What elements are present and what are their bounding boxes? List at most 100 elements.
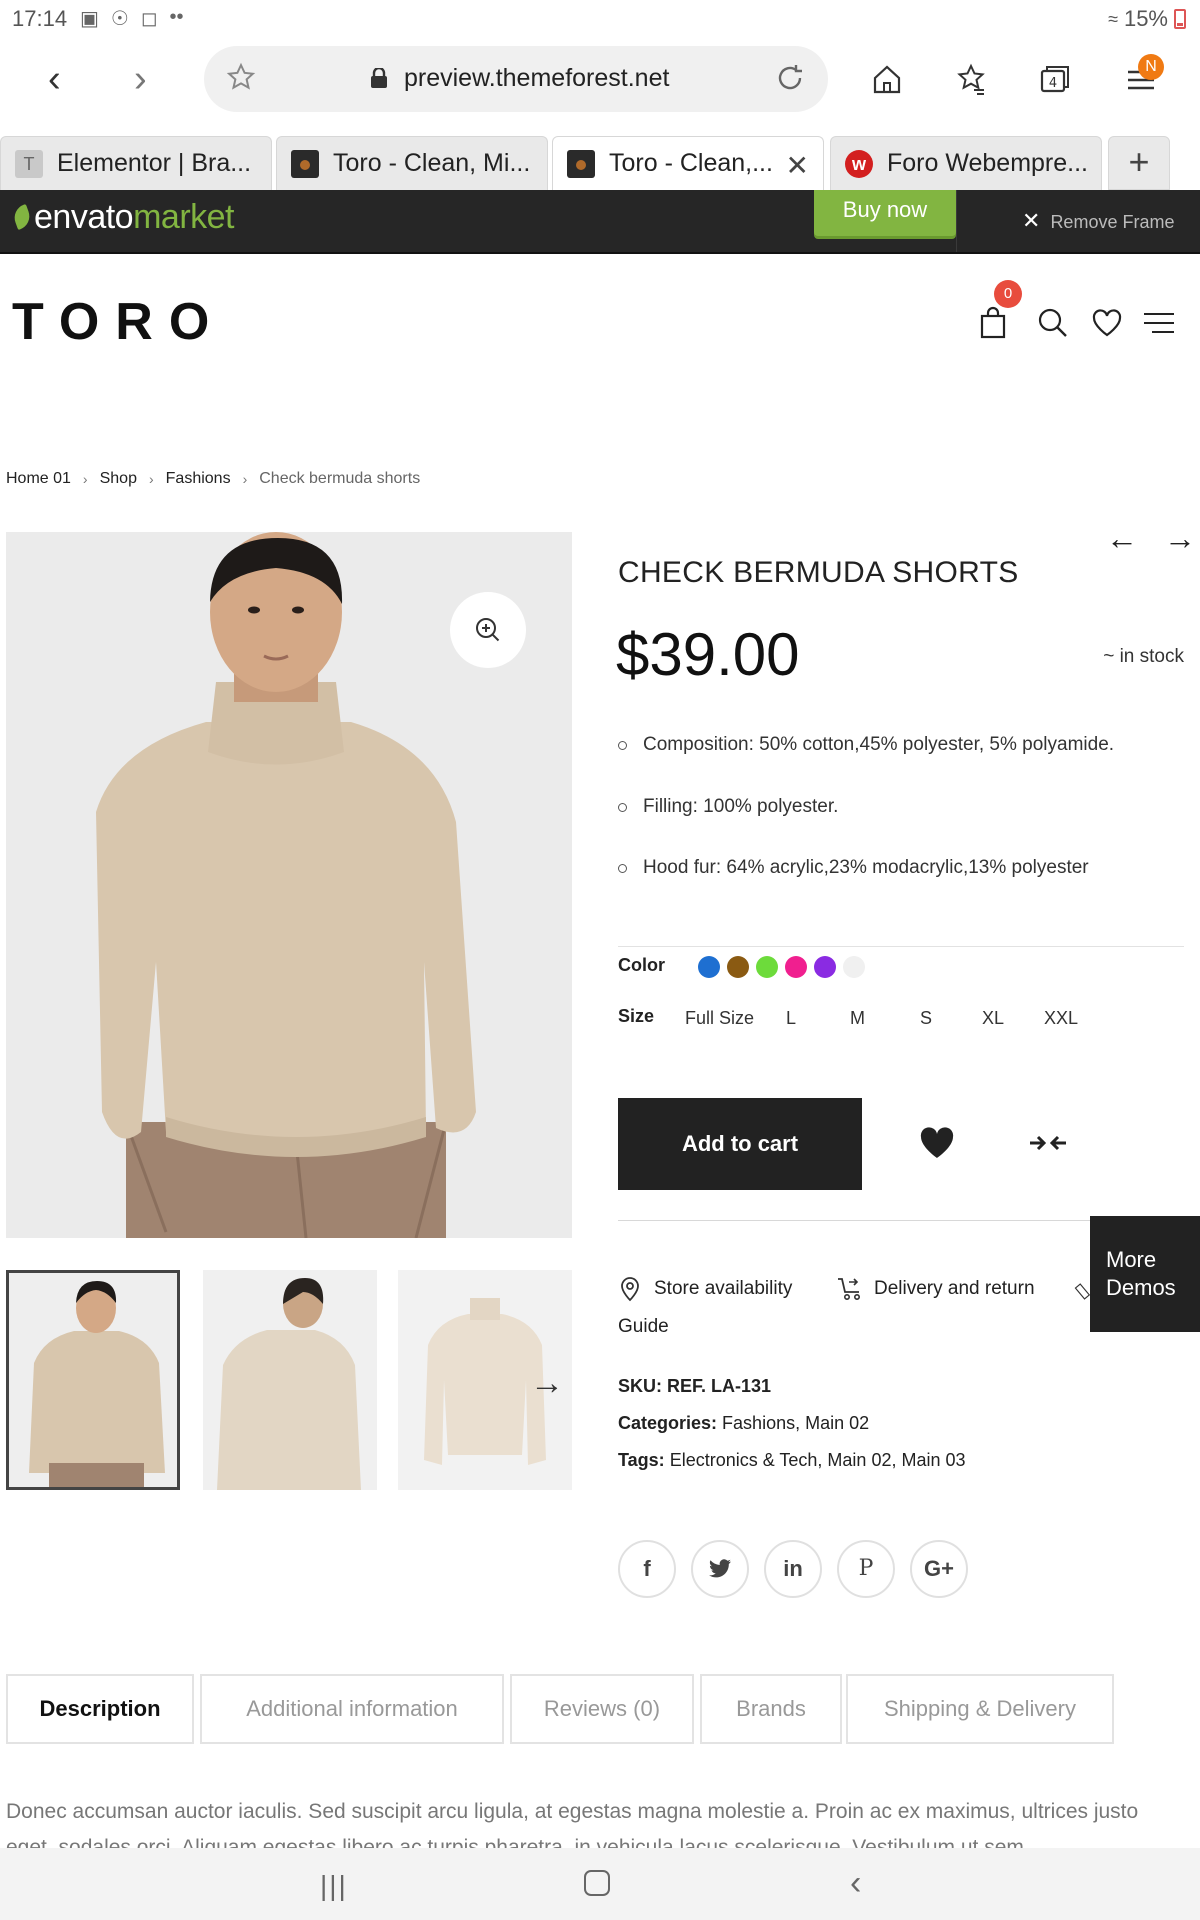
size-label: Size	[618, 1006, 655, 1026]
instagram-icon: ◻	[140, 8, 158, 30]
size-guide-link[interactable]: Guide	[618, 1316, 669, 1338]
battery-percent: 15%	[1123, 6, 1168, 31]
envato-leaf-icon	[10, 203, 34, 231]
cart-icon[interactable]	[976, 306, 1010, 340]
tab-foro[interactable]: w Foro Webempre...	[830, 136, 1102, 190]
compare-icon[interactable]	[1028, 1126, 1068, 1160]
add-to-wishlist-heart-icon[interactable]	[918, 1124, 956, 1162]
linkedin-icon[interactable]: in	[764, 1540, 822, 1598]
stock-status: ~ in stock	[1103, 646, 1184, 667]
gallery-icon: ▣	[80, 8, 99, 30]
tab-label: Toro - Clean,...	[609, 149, 773, 177]
back-button-icon[interactable]: ‹	[850, 1864, 861, 1903]
wishlist-icon[interactable]	[1090, 306, 1124, 340]
categories-row: Categories: Fashions, Main 02	[618, 1413, 870, 1433]
clock: 17:14	[12, 6, 68, 31]
tab-shipping-delivery[interactable]: Shipping & Delivery	[846, 1674, 1114, 1744]
tab-reviews[interactable]: Reviews (0)	[510, 1674, 694, 1744]
tab-additional-information[interactable]: Additional information	[200, 1674, 504, 1744]
size-option[interactable]: XXL	[1044, 1008, 1078, 1029]
twitter-icon[interactable]	[691, 1540, 749, 1598]
prev-product-arrow-icon[interactable]: ←	[1106, 520, 1138, 557]
tab-label: Foro Webempre...	[887, 149, 1089, 177]
home-button-icon[interactable]	[584, 1870, 610, 1896]
close-icon: ✕	[1022, 208, 1041, 233]
tab-elementor[interactable]: T Elementor | Bra...	[0, 136, 272, 190]
more-notifications-icon: ••	[169, 6, 184, 28]
tab-description[interactable]: Description	[6, 1674, 194, 1744]
favicon-toro-icon	[567, 149, 595, 178]
color-swatch-white[interactable]	[843, 956, 865, 978]
wifi-icon: ≈	[1108, 8, 1118, 29]
url-text: preview.themeforest.net	[404, 64, 670, 92]
recent-apps-icon[interactable]: |||	[320, 1870, 348, 1902]
tags-row: Tags: Electronics & Tech, Main 02, Main …	[618, 1450, 966, 1470]
description-text: Donec accumsan auctor iaculis. Sed susci…	[6, 1800, 1139, 1850]
back-icon[interactable]: ‹	[48, 58, 61, 101]
size-option[interactable]: L	[786, 1008, 796, 1029]
color-swatch-brown[interactable]	[727, 956, 749, 978]
hamburger-menu-icon[interactable]	[1142, 306, 1176, 340]
forward-icon[interactable]: ›	[134, 58, 147, 101]
bookmarks-icon[interactable]	[954, 62, 988, 96]
tab-strip: T Elementor | Bra... Toro - Clean, Mi...…	[0, 136, 1200, 190]
sync-icon: ☉	[110, 8, 129, 30]
thumbnail-next-arrow-icon[interactable]: →	[530, 1364, 564, 1403]
tab-label: Toro - Clean, Mi...	[333, 149, 531, 177]
tab-label: Elementor | Bra...	[57, 149, 252, 177]
delivery-cart-icon	[838, 1278, 860, 1300]
breadcrumb-fashions[interactable]: Fashions	[166, 470, 231, 488]
color-swatch-purple[interactable]	[814, 956, 836, 978]
remove-frame-link[interactable]: ✕ Remove Frame	[1022, 208, 1174, 234]
home-icon[interactable]	[870, 62, 904, 96]
tags-links[interactable]: Electronics & Tech, Main 02, Main 03	[670, 1450, 966, 1470]
new-tab-button[interactable]: +	[1108, 136, 1170, 190]
add-to-cart-button[interactable]: Add to cart	[618, 1098, 862, 1190]
feature-item: Composition: 50% cotton,45% polyester, 5…	[618, 734, 1114, 756]
location-pin-icon	[621, 1277, 639, 1302]
color-swatch-blue[interactable]	[698, 956, 720, 978]
favicon-t-icon: T	[15, 149, 43, 178]
facebook-icon[interactable]: f	[618, 1540, 676, 1598]
size-option[interactable]: M	[850, 1008, 865, 1029]
notification-badge: N	[1138, 54, 1164, 80]
tab-toro-active[interactable]: Toro - Clean,... ✕	[552, 136, 824, 190]
breadcrumb-shop[interactable]: Shop	[100, 470, 137, 488]
status-bar: 17:14 ▣ ☉ ◻ •• ≈ 15%	[0, 0, 1200, 38]
size-option[interactable]: XL	[982, 1008, 1004, 1029]
color-swatch-pink[interactable]	[785, 956, 807, 978]
breadcrumb-separator: ›	[242, 471, 248, 487]
store-availability-link[interactable]: Store availability	[618, 1276, 792, 1302]
categories-links[interactable]: Fashions, Main 02	[722, 1413, 869, 1433]
twitter-bird-icon	[709, 1559, 731, 1578]
thumbnail-front[interactable]	[6, 1270, 180, 1490]
thumbnail-back[interactable]	[203, 1270, 377, 1490]
size-option[interactable]: Full Size	[685, 1008, 754, 1029]
color-swatch-green[interactable]	[756, 956, 778, 978]
site-logo[interactable]: TORO	[12, 292, 225, 352]
color-label: Color	[618, 955, 665, 975]
next-product-arrow-icon[interactable]: →	[1164, 520, 1196, 557]
search-icon[interactable]	[1036, 306, 1070, 340]
sku-row: SKU: REF. LA-131	[618, 1376, 772, 1396]
more-demos-button[interactable]: More Demos	[1090, 1216, 1200, 1332]
divider	[956, 190, 957, 252]
breadcrumb-home[interactable]: Home 01	[6, 470, 71, 488]
address-bar[interactable]: preview.themeforest.net	[204, 46, 828, 112]
google-plus-icon[interactable]: G+	[910, 1540, 968, 1598]
delivery-return-link[interactable]: Delivery and return	[836, 1276, 1035, 1302]
size-option[interactable]: S	[920, 1008, 932, 1029]
favicon-toro-icon	[291, 149, 319, 178]
bookmark-star-icon[interactable]	[226, 62, 256, 92]
pinterest-icon[interactable]: P	[837, 1540, 895, 1598]
tab-brands[interactable]: Brands	[700, 1674, 842, 1744]
tab-toro-1[interactable]: Toro - Clean, Mi...	[276, 136, 548, 190]
tab-switcher-icon[interactable]: 4	[1038, 62, 1072, 96]
product-price: $39.00	[616, 621, 800, 688]
envato-logo[interactable]: envatomarket	[10, 198, 235, 237]
close-tab-icon[interactable]: ✕	[786, 149, 809, 182]
breadcrumb-separator: ›	[82, 471, 88, 487]
reload-icon[interactable]	[774, 62, 806, 94]
zoom-button[interactable]	[450, 592, 526, 668]
buy-now-button[interactable]: Buy now	[814, 190, 956, 236]
